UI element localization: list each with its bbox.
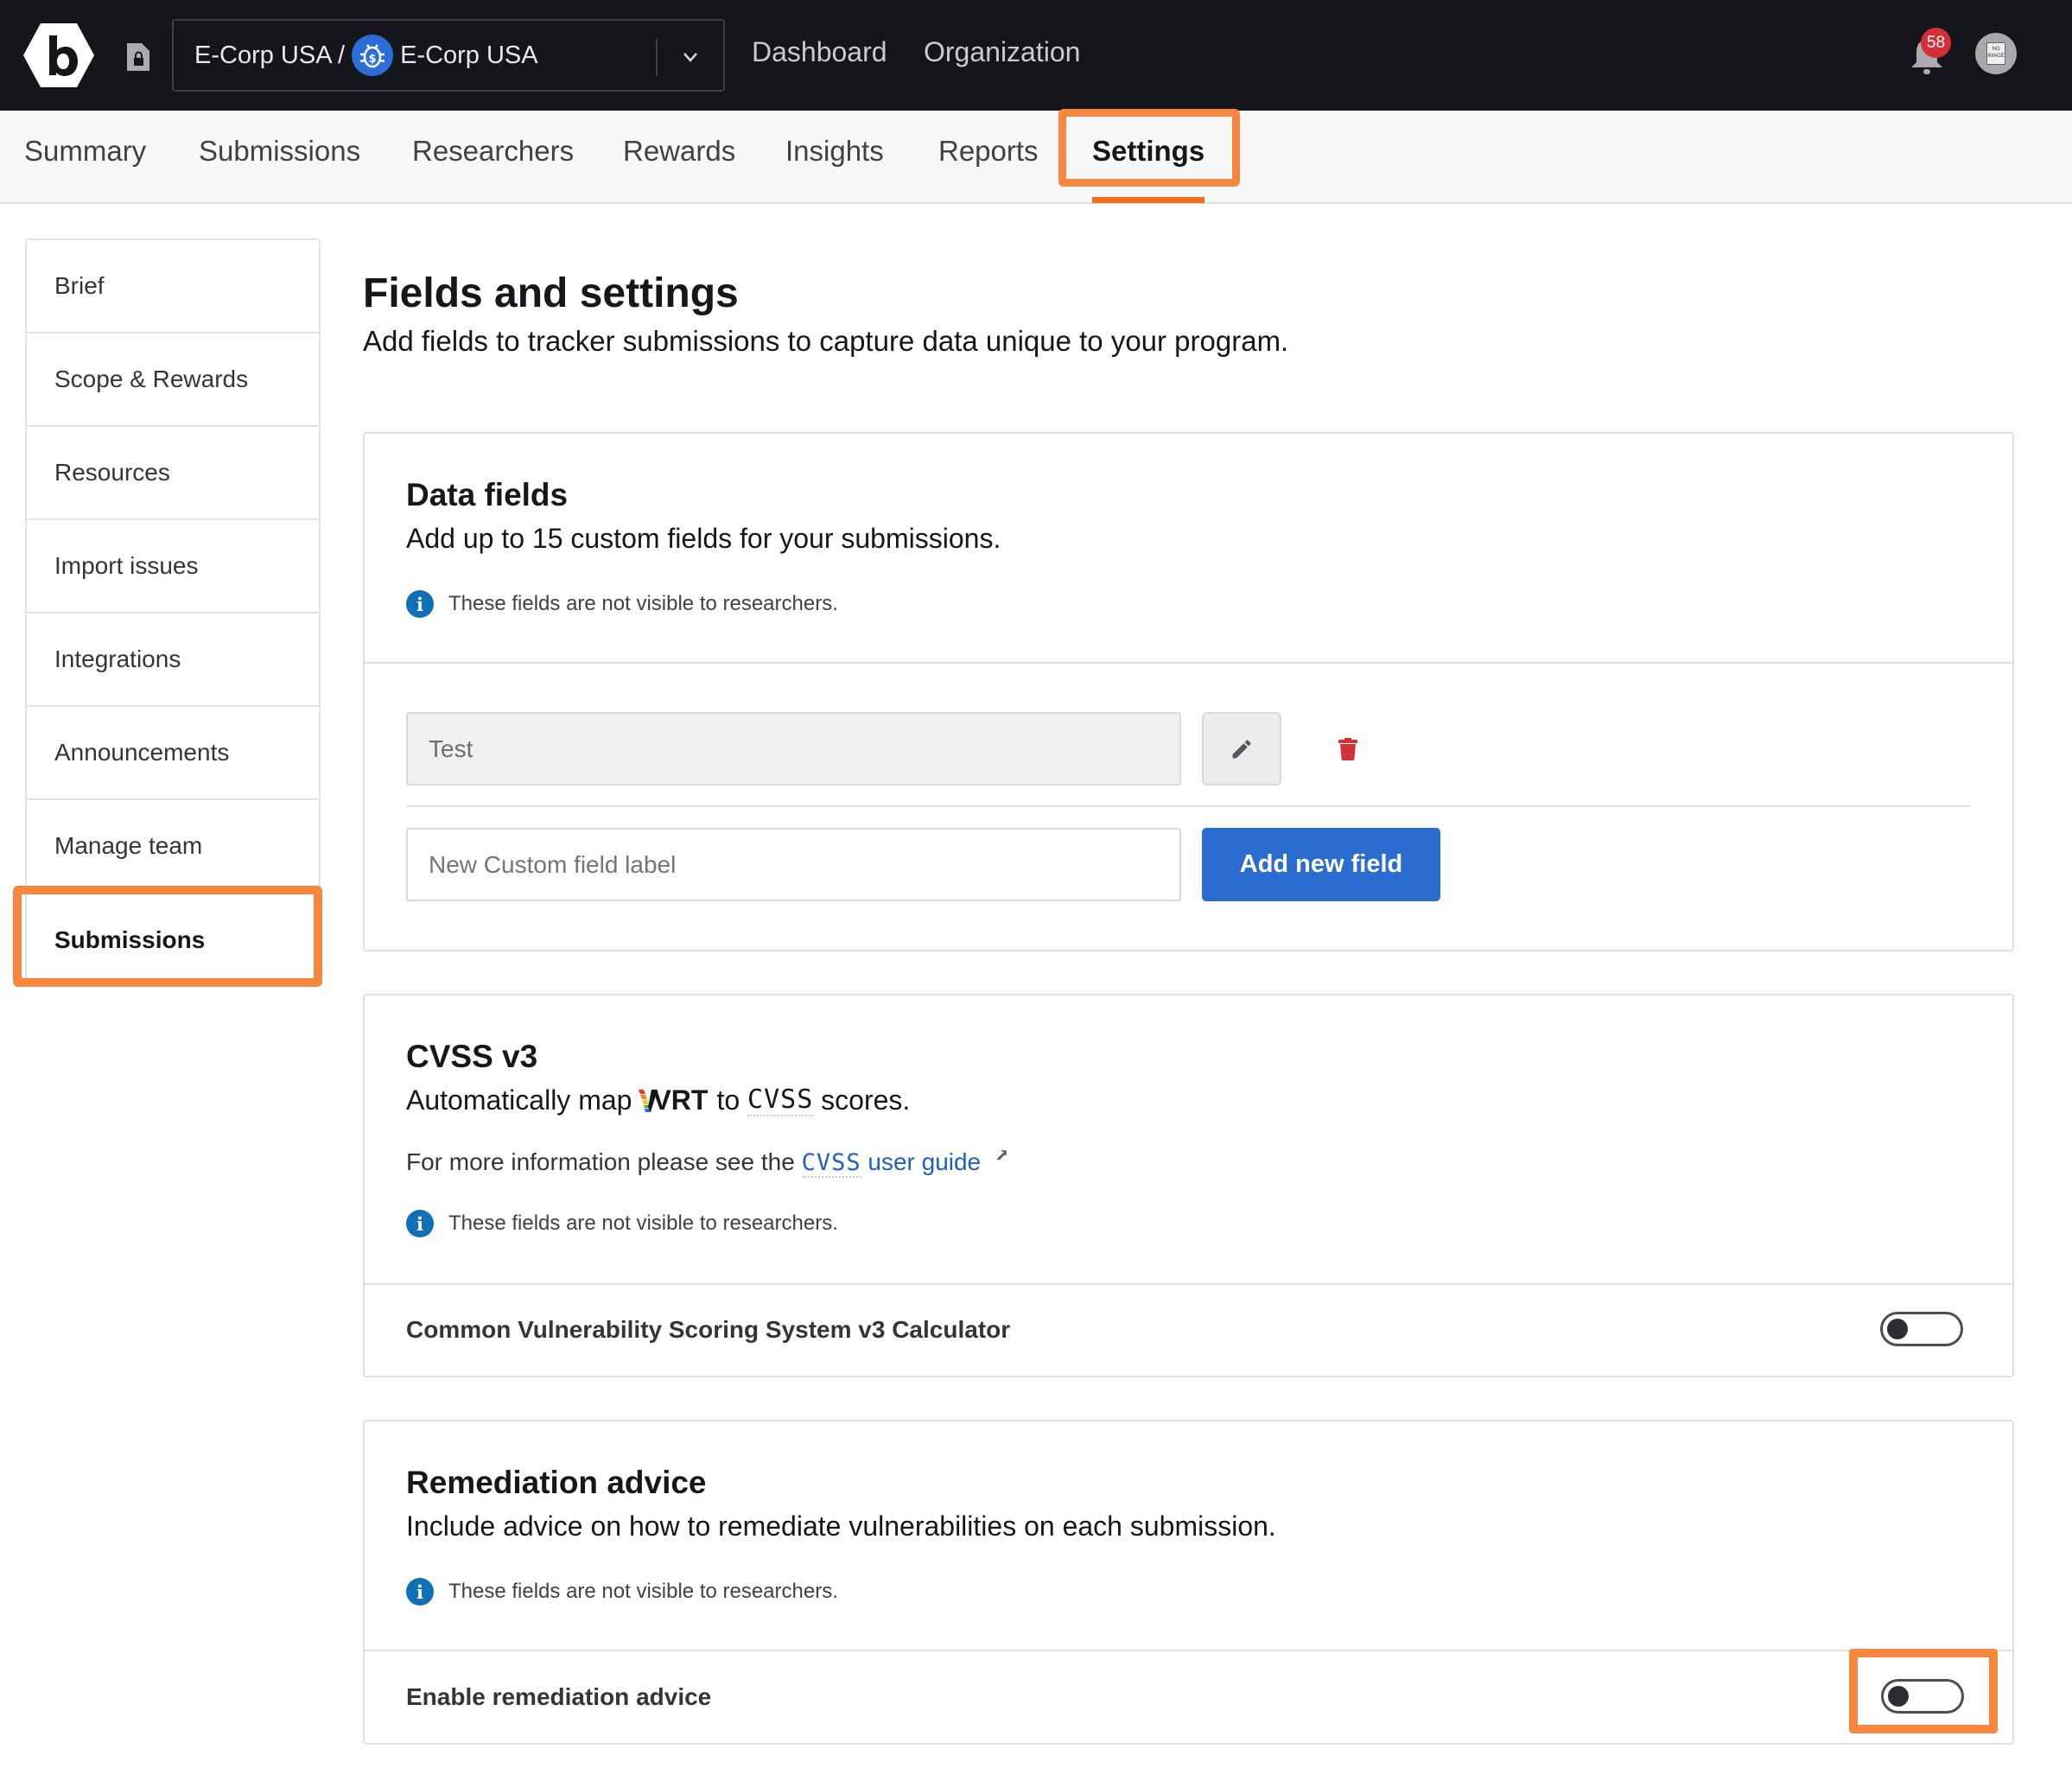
sidebar-item-brief[interactable]: Brief <box>27 240 319 334</box>
avatar-placeholder: NO IMAGE <box>1986 42 2005 65</box>
info-icon: i <box>406 1210 434 1237</box>
edit-field-button[interactable] <box>1202 712 1281 785</box>
page-subtitle: Add fields to tracker submissions to cap… <box>363 325 1289 357</box>
guide-cvss-abbr: CVSS <box>801 1149 861 1178</box>
selector-divider <box>656 38 658 76</box>
add-new-field-button[interactable]: Add new field <box>1202 828 1440 901</box>
info-text: These fields are not visible to research… <box>448 592 838 615</box>
tab-submissions[interactable]: Submissions <box>199 135 360 168</box>
cvss-user-guide-link[interactable]: CVSS user guide <box>801 1148 982 1178</box>
nav-dashboard[interactable]: Dashboard <box>752 36 887 68</box>
section-divider <box>365 1650 2012 1651</box>
info-text: These fields are not visible to research… <box>448 1212 838 1235</box>
page-title: Fields and settings <box>363 270 739 316</box>
sidebar-item-resources[interactable]: Resources <box>27 427 319 520</box>
bugcrowd-logo-icon[interactable] <box>23 23 94 87</box>
external-link-icon <box>996 1150 1007 1161</box>
vrt-logo: VRT <box>639 1084 708 1116</box>
pencil-icon <box>1232 739 1251 758</box>
toggle-knob <box>1887 1319 1908 1339</box>
remediation-panel: Remediation advice Include advice on how… <box>363 1420 2014 1745</box>
cvss-info: i These fields are not visible to resear… <box>406 1210 838 1237</box>
data-fields-info: i These fields are not visible to resear… <box>406 590 838 618</box>
top-header: E-Corp USA / $ E-Corp USA Dashboard Orga… <box>0 0 2072 111</box>
nav-organization[interactable]: Organization <box>924 36 1080 68</box>
cvss-calculator-toggle[interactable] <box>1880 1312 1963 1346</box>
sidebar-item-import-issues[interactable]: Import issues <box>27 520 319 614</box>
tab-reports[interactable]: Reports <box>938 135 1039 168</box>
cvss-description: Automatically map VRT to CVSS scores. <box>406 1084 910 1116</box>
data-fields-panel: Data fields Add up to 15 custom fields f… <box>363 432 2014 951</box>
tab-summary[interactable]: Summary <box>24 135 146 168</box>
cvss-desc-suffix: scores. <box>821 1084 911 1116</box>
cvss-desc-to: to <box>716 1084 740 1116</box>
section-divider <box>365 1283 2012 1285</box>
chevron-down-icon[interactable] <box>680 47 701 67</box>
remediation-toggle-highlight <box>1849 1649 1998 1733</box>
user-avatar[interactable]: NO IMAGE <box>1975 33 2017 74</box>
enable-remediation-label: Enable remediation advice <box>406 1683 712 1710</box>
tab-rewards[interactable]: Rewards <box>623 135 735 168</box>
trash-icon[interactable] <box>1338 738 1357 760</box>
sidebar-item-scope-rewards[interactable]: Scope & Rewards <box>27 334 319 427</box>
cvss-calculator-label: Common Vulnerability Scoring System v3 C… <box>406 1316 1011 1343</box>
more-info-prefix: For more information please see the <box>406 1148 795 1175</box>
private-program-lock-icon <box>127 43 149 71</box>
program-tab-bar: Summary Submissions Researchers Rewards … <box>0 111 2072 204</box>
remediation-title: Remediation advice <box>406 1465 707 1500</box>
cvss-more-info: For more information please see the CVSS… <box>406 1148 1008 1178</box>
section-divider <box>365 662 2012 664</box>
tab-researchers[interactable]: Researchers <box>412 135 574 168</box>
sidebar-item-announcements[interactable]: Announcements <box>27 707 319 800</box>
info-icon: i <box>406 590 434 618</box>
submissions-sidebar-highlight <box>13 886 322 987</box>
cvss-abbr: CVSS <box>747 1084 814 1116</box>
data-fields-description: Add up to 15 custom fields for your subm… <box>406 523 1001 554</box>
data-fields-title: Data fields <box>406 477 569 512</box>
sidebar-item-manage-team[interactable]: Manage team <box>27 800 319 894</box>
new-field-label-input[interactable] <box>406 828 1181 901</box>
settings-tab-highlight <box>1058 109 1240 187</box>
remediation-info: i These fields are not visible to resear… <box>406 1578 838 1606</box>
sidebar-item-integrations[interactable]: Integrations <box>27 614 319 707</box>
org-name: E-Corp USA / <box>194 41 346 69</box>
bug-program-icon: $ <box>352 35 394 76</box>
field-row-divider <box>406 805 1971 807</box>
guide-link-text: user guide <box>868 1148 982 1175</box>
notification-count-badge: 58 <box>1921 28 1951 58</box>
program-selector[interactable]: E-Corp USA / $ E-Corp USA <box>172 19 725 92</box>
existing-field-input[interactable] <box>406 712 1181 785</box>
cvss-panel: CVSS v3 Automatically map VRT to CVSS sc… <box>363 994 2014 1377</box>
svg-text:$: $ <box>369 53 377 66</box>
settings-sidebar: Brief Scope & Rewards Resources Import i… <box>25 238 321 987</box>
program-name: E-Corp USA <box>400 41 538 69</box>
info-icon: i <box>406 1578 434 1606</box>
vrt-logo-text: VRT <box>652 1084 709 1116</box>
active-tab-indicator <box>1092 197 1204 203</box>
cvss-desc-prefix: Automatically map <box>406 1084 632 1116</box>
tab-insights[interactable]: Insights <box>785 135 884 168</box>
remediation-description: Include advice on how to remediate vulne… <box>406 1510 1276 1542</box>
cvss-title: CVSS v3 <box>406 1039 538 1074</box>
info-text: These fields are not visible to research… <box>448 1580 838 1603</box>
